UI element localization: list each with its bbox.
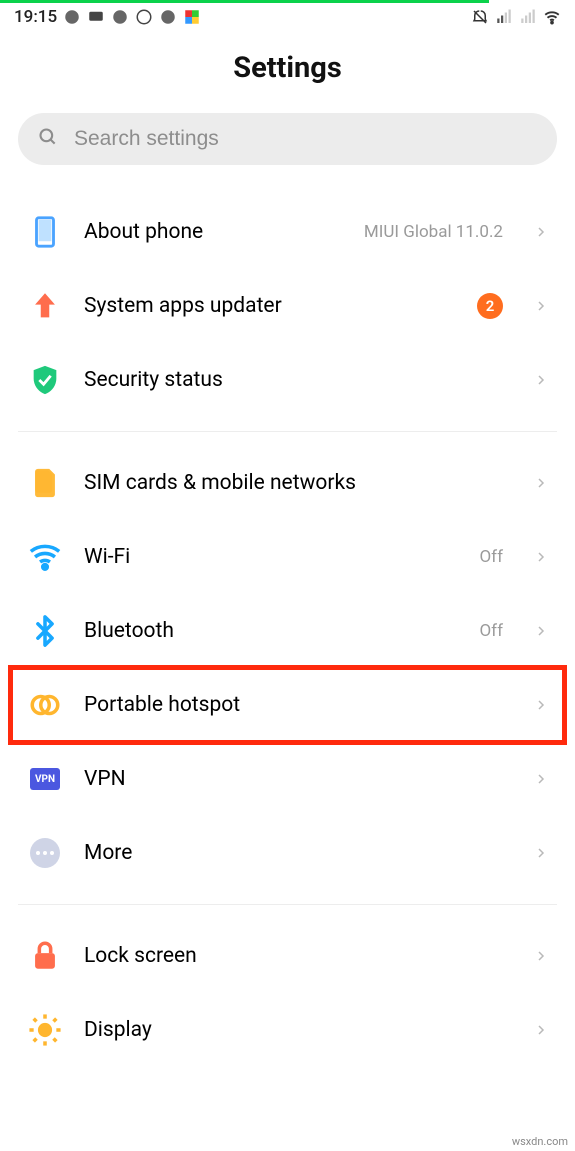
- group-network: SIM cards & mobile networks Wi-Fi Off Bl…: [0, 446, 575, 890]
- status-icon-generic: [111, 8, 129, 26]
- phone-icon: [28, 215, 62, 249]
- row-portable-hotspot[interactable]: Portable hotspot: [18, 668, 557, 742]
- row-more[interactable]: More: [18, 816, 557, 890]
- status-bar: 19:15: [0, 3, 575, 29]
- row-system-apps-updater[interactable]: System apps updater 2: [18, 269, 557, 343]
- chevron-right-icon: [535, 695, 547, 715]
- row-value: Off: [479, 547, 503, 567]
- row-sim-cards[interactable]: SIM cards & mobile networks: [18, 446, 557, 520]
- chevron-right-icon: [535, 296, 547, 316]
- status-wifi-icon: [543, 8, 561, 26]
- search-input[interactable]: [74, 127, 537, 151]
- status-icon-generic: [159, 8, 177, 26]
- row-label: About phone: [84, 220, 342, 244]
- more-icon: [28, 836, 62, 870]
- row-value: Off: [479, 621, 503, 641]
- update-arrow-icon: [28, 289, 62, 323]
- divider: [18, 431, 557, 432]
- search-icon: [38, 127, 58, 151]
- row-label: SIM cards & mobile networks: [84, 471, 513, 495]
- row-label: VPN: [84, 767, 513, 791]
- chevron-right-icon: [535, 547, 547, 567]
- row-label: Wi-Fi: [84, 545, 457, 569]
- status-dnd-icon: [471, 8, 489, 26]
- row-wifi[interactable]: Wi-Fi Off: [18, 520, 557, 594]
- group-personal: Lock screen Display: [0, 919, 575, 1067]
- status-time: 19:15: [14, 7, 57, 27]
- chevron-right-icon: [535, 843, 547, 863]
- chevron-right-icon: [535, 1020, 547, 1040]
- row-label: System apps updater: [84, 294, 455, 318]
- chevron-right-icon: [535, 222, 547, 242]
- bluetooth-icon: [28, 614, 62, 648]
- sun-icon: [28, 1013, 62, 1047]
- status-signal2-icon: [519, 8, 537, 26]
- status-signal-icon: [495, 8, 513, 26]
- search-bar[interactable]: [18, 113, 557, 165]
- divider: [18, 904, 557, 905]
- chevron-right-icon: [535, 769, 547, 789]
- row-bluetooth[interactable]: Bluetooth Off: [18, 594, 557, 668]
- status-icon-generic: [63, 8, 81, 26]
- lock-icon: [28, 939, 62, 973]
- shield-icon: [28, 363, 62, 397]
- row-vpn[interactable]: VPN VPN: [18, 742, 557, 816]
- row-label: Display: [84, 1018, 513, 1042]
- page-title: Settings: [0, 51, 575, 85]
- row-label: Bluetooth: [84, 619, 457, 643]
- chevron-right-icon: [535, 946, 547, 966]
- row-security-status[interactable]: Security status: [18, 343, 557, 417]
- chevron-right-icon: [535, 473, 547, 493]
- row-about-phone[interactable]: About phone MIUI Global 11.0.2: [18, 195, 557, 269]
- status-maps-icon: [183, 8, 201, 26]
- row-label: More: [84, 841, 513, 865]
- chevron-right-icon: [535, 621, 547, 641]
- status-message-icon: [87, 8, 105, 26]
- vpn-icon: VPN: [28, 762, 62, 796]
- row-display[interactable]: Display: [18, 993, 557, 1067]
- watermark: wsxdn.com: [509, 1134, 571, 1149]
- sim-icon: [28, 466, 62, 500]
- hotspot-icon: [28, 688, 62, 722]
- row-label: Security status: [84, 368, 513, 392]
- wifi-icon: [28, 540, 62, 574]
- row-value: MIUI Global 11.0.2: [364, 222, 503, 242]
- row-label: Lock screen: [84, 944, 513, 968]
- chevron-right-icon: [535, 370, 547, 390]
- row-label: Portable hotspot: [84, 693, 513, 717]
- group-device: About phone MIUI Global 11.0.2 System ap…: [0, 195, 575, 417]
- update-count-badge: 2: [477, 293, 503, 319]
- row-lock-screen[interactable]: Lock screen: [18, 919, 557, 993]
- status-pinterest-icon: [135, 8, 153, 26]
